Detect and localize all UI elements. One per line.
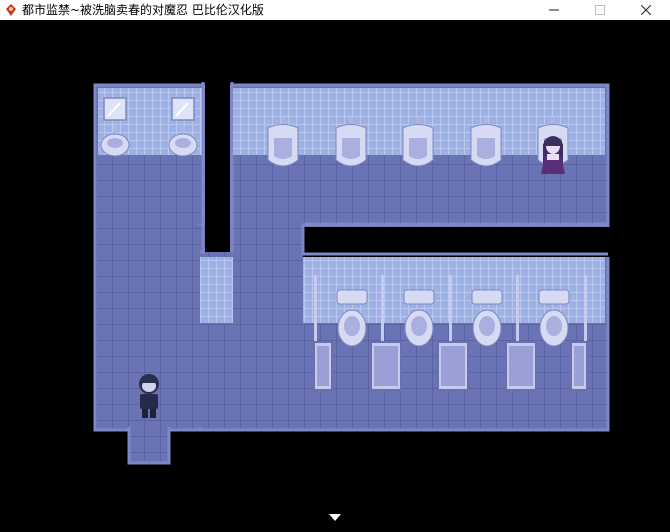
minimize-icon xyxy=(549,9,559,11)
continue-arrow-icon xyxy=(329,514,341,521)
minimize-button[interactable] xyxy=(531,0,577,20)
title-bar: 都市监禁~被洗脑卖春的对魔忍 巴比伦汉化版 xyxy=(0,0,670,20)
toilet xyxy=(336,289,368,347)
stall-door[interactable] xyxy=(505,341,537,391)
stall-door[interactable] xyxy=(437,341,469,391)
toilet xyxy=(471,289,503,347)
close-button[interactable] xyxy=(623,0,669,20)
toilet xyxy=(403,289,435,347)
toilet xyxy=(538,289,570,347)
stall-door[interactable] xyxy=(570,341,588,391)
stall-door[interactable] xyxy=(313,341,333,391)
game-canvas[interactable] xyxy=(0,20,670,532)
restroom-map xyxy=(93,82,611,465)
npc-character-icon[interactable] xyxy=(541,136,565,174)
window-title: 都市监禁~被洗脑卖春的对魔忍 巴比伦汉化版 xyxy=(22,3,264,17)
stall-door[interactable] xyxy=(370,341,402,391)
close-icon xyxy=(641,5,651,15)
game-app-icon xyxy=(6,4,16,16)
maximize-button[interactable] xyxy=(577,0,623,20)
maximize-icon xyxy=(595,5,605,15)
